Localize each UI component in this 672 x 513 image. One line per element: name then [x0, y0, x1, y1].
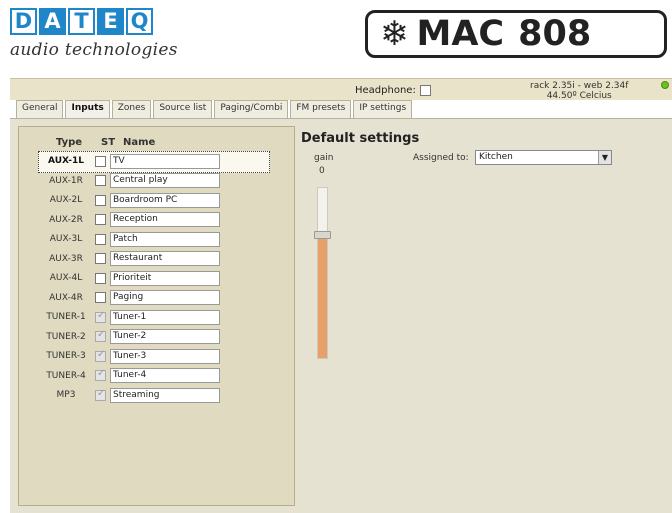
column-header-type: Type — [56, 137, 83, 148]
column-header-name: Name — [123, 137, 156, 148]
status-bar: Headphone: rack 2.35i - web 2.34f 44.50º… — [10, 78, 672, 101]
stereo-checkbox — [95, 368, 106, 381]
input-row[interactable]: TUNER-3 Tuner-3 — [40, 347, 220, 365]
headphone-toggle: Headphone: — [355, 85, 431, 96]
tab-fm-presets[interactable]: FM presets — [290, 100, 352, 118]
input-name-field[interactable]: Restaurant — [110, 251, 220, 266]
input-type: AUX-2R — [49, 214, 83, 225]
input-row[interactable]: TUNER-1 Tuner-1 — [40, 308, 220, 326]
gain-slider[interactable] — [317, 187, 328, 359]
stereo-checkbox[interactable] — [95, 253, 106, 264]
tab-paging-combi[interactable]: Paging/Combi — [214, 100, 289, 118]
input-type: AUX-2L — [49, 195, 83, 205]
input-name-field[interactable]: Tuner-4 — [110, 368, 220, 383]
input-row[interactable]: MP3 Streaming — [40, 386, 220, 404]
mac808-logo: ❄ MAC 808 — [365, 10, 667, 58]
version-line: rack 2.35i - web 2.34f — [530, 81, 629, 91]
stereo-checkbox — [95, 329, 106, 342]
input-name-field[interactable]: Tuner-3 — [110, 348, 220, 364]
tab-source-list[interactable]: Source list — [153, 100, 213, 118]
input-name-field[interactable]: Paging — [110, 290, 220, 305]
gain-label: gain — [314, 153, 334, 163]
input-row[interactable]: AUX-4R Paging — [40, 289, 220, 307]
tab-general[interactable]: General — [16, 100, 64, 118]
stereo-checkbox[interactable] — [95, 175, 106, 186]
chevron-down-icon[interactable]: ▼ — [598, 151, 611, 164]
dateq-logo-letter: Q — [126, 8, 153, 35]
input-type: AUX-3R — [49, 253, 83, 264]
input-type: AUX-1R — [49, 175, 83, 186]
dateq-logo-letter: T — [68, 8, 95, 35]
snowflake-icon: ❄ — [380, 14, 409, 54]
input-type: TUNER-4 — [46, 370, 86, 381]
status-led-icon — [661, 81, 669, 89]
dateq-logo-letter: D — [10, 8, 37, 35]
input-type: MP3 — [56, 390, 76, 400]
gain-slider-fill — [318, 234, 327, 358]
stereo-checkbox — [95, 388, 106, 401]
input-row[interactable]: AUX-1L TV — [38, 151, 270, 173]
dateq-logo-letter: A — [39, 8, 66, 35]
stereo-checkbox — [95, 310, 106, 323]
product-name: MAC — [416, 14, 505, 54]
column-header-st: ST — [101, 137, 116, 148]
stereo-checkbox — [95, 349, 106, 362]
input-name-field[interactable]: Tuner-2 — [110, 329, 220, 344]
stereo-checkbox[interactable] — [95, 272, 106, 284]
input-row[interactable]: AUX-1R Central play — [40, 172, 220, 190]
header: DATEQ audio technologies ❄ MAC 808 — [0, 0, 672, 72]
stereo-checkbox[interactable] — [95, 233, 106, 245]
input-name-field[interactable]: Reception — [110, 212, 220, 227]
dateq-logo: DATEQ — [10, 8, 153, 35]
dateq-logo-letter: E — [97, 8, 124, 35]
input-type: AUX-4R — [49, 292, 83, 303]
headphone-checkbox[interactable] — [419, 85, 431, 96]
temperature-line: 44.50º Celcius — [546, 91, 612, 101]
input-name-field[interactable]: Streaming — [110, 387, 220, 403]
input-type: AUX-3L — [49, 234, 83, 244]
input-type: AUX-1L — [48, 156, 84, 166]
input-name-field[interactable]: Prioriteit — [110, 270, 220, 286]
version-info: rack 2.35i - web 2.34f 44.50º Celcius — [530, 81, 628, 101]
input-type: TUNER-1 — [46, 312, 86, 322]
assigned-to-select[interactable]: Kitchen ▼ — [475, 150, 612, 165]
input-name-field[interactable]: Patch — [110, 231, 220, 247]
tab-inputs[interactable]: Inputs — [65, 100, 110, 119]
input-row[interactable]: TUNER-2 Tuner-2 — [40, 328, 220, 346]
gain-value: 0 — [319, 166, 325, 176]
input-row[interactable]: AUX-2L Boardroom PC — [40, 191, 220, 209]
input-row[interactable]: AUX-3L Patch — [40, 230, 220, 248]
input-row[interactable]: AUX-3R Restaurant — [40, 250, 220, 268]
input-name-field[interactable]: Central play — [110, 173, 220, 188]
model-number: 808 — [518, 14, 592, 54]
input-type: TUNER-2 — [46, 331, 86, 342]
stereo-checkbox[interactable] — [95, 155, 106, 167]
default-settings-title: Default settings — [301, 131, 420, 146]
input-name-field[interactable]: Tuner-1 — [110, 309, 220, 325]
input-row[interactable]: TUNER-4 Tuner-4 — [40, 367, 220, 385]
tab-bar: General Inputs Zones Source list Paging/Comb… — [16, 100, 414, 119]
gain-slider-handle[interactable] — [314, 231, 331, 240]
tab-ip-settings[interactable]: IP settings — [353, 100, 413, 118]
input-type: AUX-4L — [49, 273, 83, 283]
stereo-checkbox[interactable] — [95, 194, 106, 206]
input-name-field[interactable]: Boardroom PC — [110, 192, 220, 208]
headphone-label: Headphone: — [355, 85, 416, 96]
input-row[interactable]: AUX-4L Prioriteit — [40, 269, 220, 287]
assigned-to-value: Kitchen — [479, 152, 513, 162]
input-type: TUNER-3 — [46, 351, 86, 361]
input-name-field[interactable]: TV — [110, 153, 220, 169]
stereo-checkbox[interactable] — [95, 292, 106, 303]
dateq-tagline: audio technologies — [10, 40, 178, 60]
input-row[interactable]: AUX-2R Reception — [40, 211, 220, 229]
assigned-to-label: Assigned to: — [413, 153, 469, 163]
stereo-checkbox[interactable] — [95, 214, 106, 225]
tab-zones[interactable]: Zones — [111, 100, 152, 118]
